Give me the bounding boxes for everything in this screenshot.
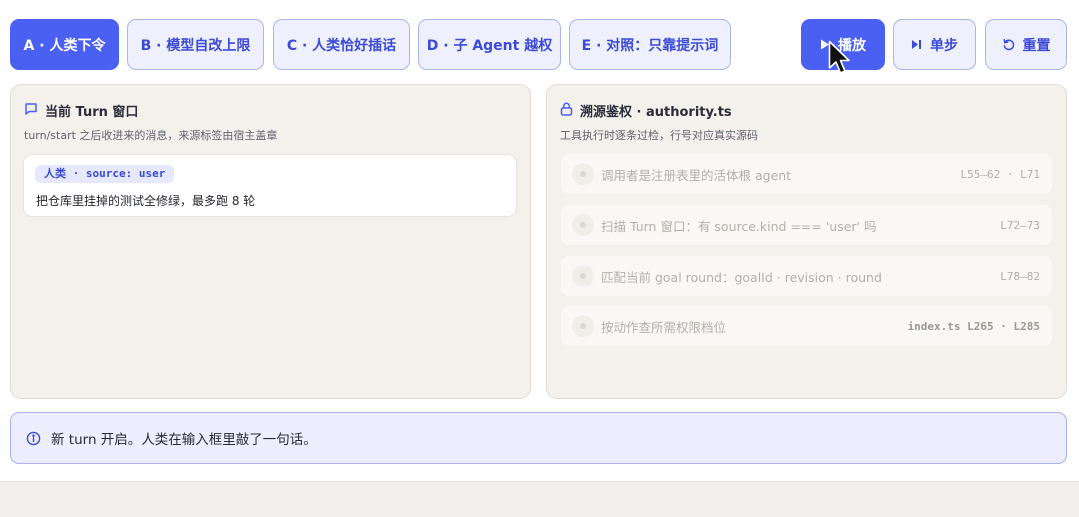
check-source-ref: index.ts L265 · L285 <box>907 319 1040 333</box>
status-bar: 新 turn 开启。人类在输入框里敲了一句话。 <box>10 412 1067 464</box>
pending-dot-icon <box>572 163 594 185</box>
check-source-ref: L72–73 <box>1000 218 1040 232</box>
scenario-d-label: D · 子 Agent 越权 <box>426 37 553 54</box>
authority-title: 溯源鉴权 · authority.ts <box>560 101 732 120</box>
turn-window-title: 当前 Turn 窗口 <box>24 101 138 120</box>
check-row: 匹配当前 goal round：goalId · revision · roun… <box>561 256 1052 296</box>
check-row: 调用者是注册表里的活体根 agent L55–62 · L71 <box>561 154 1052 194</box>
pending-dot-icon <box>572 265 594 287</box>
check-source-ref: L55–62 · L71 <box>960 167 1040 181</box>
scenario-d-button[interactable]: D · 子 Agent 越权 <box>418 19 561 70</box>
status-text: 新 turn 开启。人类在输入框里敲了一句话。 <box>51 432 317 448</box>
scenario-a-button[interactable]: A · 人类下令 <box>10 19 119 70</box>
step-forward-icon <box>911 39 922 50</box>
turn-window-subtitle: turn/start 之后收进来的消息，来源标签由宿主盖章 <box>24 129 278 142</box>
reset-button[interactable]: 重置 <box>985 19 1067 70</box>
scenario-b-button[interactable]: B · 模型自改上限 <box>127 19 264 70</box>
check-label: 按动作查所需权限档位 <box>601 319 727 335</box>
message-square-icon <box>24 102 38 120</box>
scenario-e-label: E · 对照：只靠提示词 <box>581 37 719 54</box>
message-text: 把仓库里挂掉的测试全修绿，最多跑 8 轮 <box>36 194 256 208</box>
reset-label: 重置 <box>1022 37 1051 54</box>
check-row: 按动作查所需权限档位 index.ts L265 · L285 <box>561 306 1052 346</box>
scenario-c-label: C · 人类恰好插话 <box>286 37 397 54</box>
step-label: 单步 <box>930 37 958 54</box>
toolbar: A · 人类下令 B · 模型自改上限 C · 人类恰好插话 D · 子 Age… <box>10 19 1067 70</box>
turn-window-panel: 当前 Turn 窗口 turn/start 之后收进来的消息，来源标签由宿主盖章… <box>10 84 531 399</box>
check-row: 扫描 Turn 窗口：有 source.kind === 'user' 吗 L7… <box>561 205 1052 245</box>
scenario-e-button[interactable]: E · 对照：只靠提示词 <box>569 19 731 70</box>
pending-dot-icon <box>572 315 594 337</box>
pending-dot-icon <box>572 214 594 236</box>
rotate-ccw-icon <box>1002 38 1015 51</box>
scenario-c-button[interactable]: C · 人类恰好插话 <box>273 19 410 70</box>
source-badge: 人类 · source: user <box>35 165 175 183</box>
step-button[interactable]: 单步 <box>893 19 976 70</box>
lock-icon <box>560 102 573 120</box>
app-frame: A · 人类下令 B · 模型自改上限 C · 人类恰好插话 D · 子 Age… <box>0 0 1079 482</box>
authority-title-text: 溯源鉴权 · authority.ts <box>580 105 732 120</box>
check-source-ref: L78–82 <box>1000 269 1040 283</box>
scenario-b-label: B · 模型自改上限 <box>140 37 251 54</box>
mouse-pointer-icon <box>828 40 852 82</box>
info-icon <box>26 431 41 446</box>
turn-window-title-text: 当前 Turn 窗口 <box>45 105 139 120</box>
scenario-a-label: A · 人类下令 <box>23 37 106 54</box>
check-label: 扫描 Turn 窗口：有 source.kind === 'user' 吗 <box>601 218 877 234</box>
check-label: 调用者是注册表里的活体根 agent <box>601 167 792 183</box>
authority-subtitle: 工具执行时逐条过检，行号对应真实源码 <box>560 129 758 142</box>
check-label: 匹配当前 goal round：goalId · revision · roun… <box>601 269 882 285</box>
message-card: 人类 · source: user 把仓库里挂掉的测试全修绿，最多跑 8 轮 <box>23 154 517 217</box>
authority-panel: 溯源鉴权 · authority.ts 工具执行时逐条过检，行号对应真实源码 调… <box>546 84 1067 399</box>
